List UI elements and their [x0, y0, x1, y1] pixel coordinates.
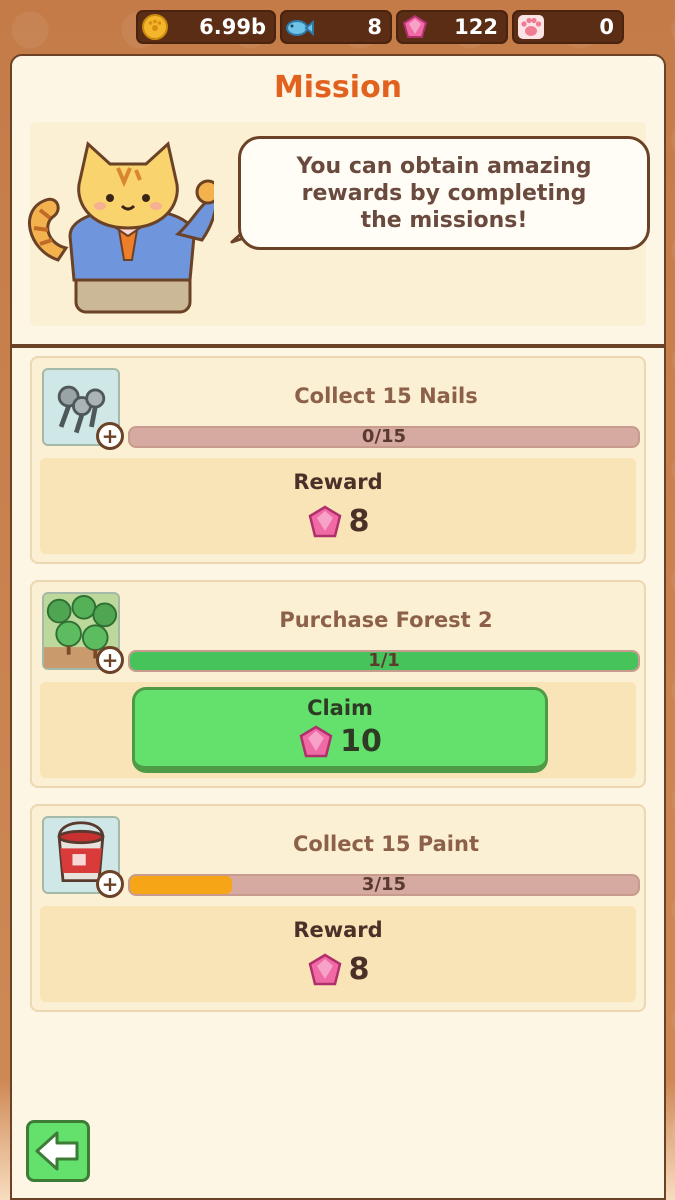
reward-label: Reward [293, 918, 383, 942]
reward-value-row: 8 [40, 952, 636, 987]
paw-value: 0 [599, 15, 614, 39]
claim-amount: 10 [340, 724, 382, 759]
mission-card-paint: + Collect 15 Paint 3/15 Reward 8 [30, 804, 646, 1012]
reward-box: Claim 10 [40, 682, 636, 778]
mission-thumbnail[interactable]: + [42, 592, 124, 674]
mission-title: Collect 15 Nails [294, 384, 478, 408]
mission-card-forest: + Purchase Forest 2 1/1 Claim 10 [30, 580, 646, 788]
reward-value-row: 8 [40, 504, 636, 539]
divider [12, 344, 664, 348]
gem-icon [402, 14, 428, 38]
currency-bar: 6.99b 8 122 0 [136, 10, 626, 44]
progress-text: 0/15 [361, 426, 407, 447]
reward-label: Reward [293, 470, 383, 494]
speech-bubble: You can obtain amazing rewards by comple… [238, 136, 650, 250]
reward-amount: 8 [348, 504, 370, 539]
currency-gem[interactable]: 122 [396, 10, 508, 44]
progress-text: 1/1 [368, 650, 400, 671]
panel-title: Mission [273, 70, 403, 105]
mission-panel: Mission You can obtain amazing rewards b… [10, 54, 666, 1200]
gem-icon [299, 725, 333, 757]
mission-progress-bar: 1/1 [128, 650, 640, 672]
mission-title: Purchase Forest 2 [279, 608, 493, 632]
mission-progress-bar: 3/15 [128, 874, 640, 896]
mission-title: Collect 15 Paint [293, 832, 479, 856]
mission-progress-bar: 0/15 [128, 426, 640, 448]
coin-icon [142, 14, 168, 40]
claim-button[interactable]: Claim 10 [132, 687, 548, 773]
paw-icon [518, 15, 544, 39]
currency-coin[interactable]: 6.99b [136, 10, 276, 44]
back-button[interactable] [26, 1120, 90, 1182]
currency-paw[interactable]: 0 [512, 10, 624, 44]
mission-thumbnail[interactable]: + [42, 816, 124, 898]
reward-box: Reward 8 [40, 906, 636, 1002]
mission-hero: You can obtain amazing rewards by comple… [28, 122, 650, 326]
cat-mascot-icon [28, 141, 214, 314]
claim-label: Claim [307, 696, 373, 720]
speech-text: You can obtain amazing rewards by comple… [296, 153, 592, 233]
claim-value-row: 10 [135, 724, 545, 759]
fish-value: 8 [367, 15, 382, 39]
gem-icon [308, 505, 341, 537]
gem-value: 122 [454, 15, 498, 39]
back-arrow-icon [35, 1131, 79, 1171]
reward-box: Reward 8 [40, 458, 636, 554]
add-icon: + [96, 422, 124, 450]
fish-icon [286, 19, 314, 37]
add-icon: + [96, 646, 124, 674]
mission-thumbnail[interactable]: + [42, 368, 124, 450]
mission-card-nails: + Collect 15 Nails 0/15 Reward 8 [30, 356, 646, 564]
coin-value: 6.99b [199, 15, 266, 39]
progress-text: 3/15 [361, 874, 407, 895]
gem-icon [308, 953, 341, 985]
reward-amount: 8 [348, 952, 370, 987]
currency-fish[interactable]: 8 [280, 10, 392, 44]
add-icon: + [96, 870, 124, 898]
